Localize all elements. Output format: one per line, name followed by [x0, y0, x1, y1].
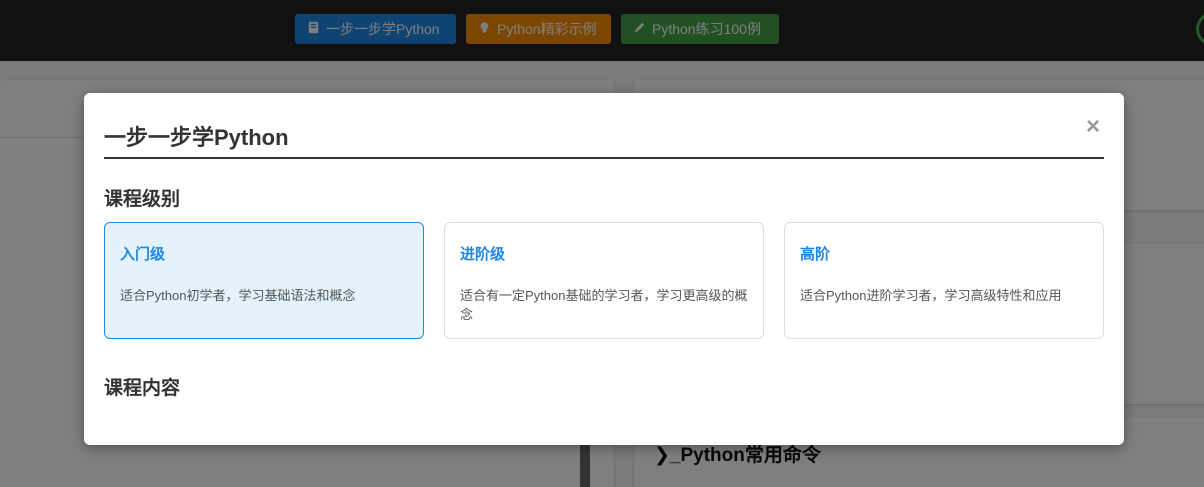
- level-card-intermediate[interactable]: 进阶级 适合有一定Python基础的学习者，学习更高级的概念: [444, 222, 764, 339]
- course-level-heading: 课程级别: [104, 189, 181, 210]
- modal-title: 一步一步学Python: [104, 125, 289, 150]
- title-divider: [104, 157, 1104, 159]
- course-content-heading: 课程内容: [104, 378, 181, 399]
- level-description: 适合Python进阶学习者，学习高级特性和应用: [800, 288, 1062, 303]
- level-description: 适合有一定Python基础的学习者，学习更高级的概念: [460, 288, 748, 322]
- level-name: 入门级: [120, 246, 166, 263]
- level-name: 高阶: [800, 246, 831, 263]
- level-name: 进阶级: [460, 246, 506, 263]
- level-description: 适合Python初学者，学习基础语法和概念: [120, 288, 356, 303]
- course-modal: 一步一步学Python × 课程级别 入门级 适合Python初学者，学习基础语…: [84, 93, 1124, 445]
- level-card-beginner[interactable]: 入门级 适合Python初学者，学习基础语法和概念: [104, 222, 424, 339]
- level-card-advanced[interactable]: 高阶 适合Python进阶学习者，学习高级特性和应用: [784, 222, 1104, 339]
- close-icon[interactable]: ×: [1086, 115, 1100, 139]
